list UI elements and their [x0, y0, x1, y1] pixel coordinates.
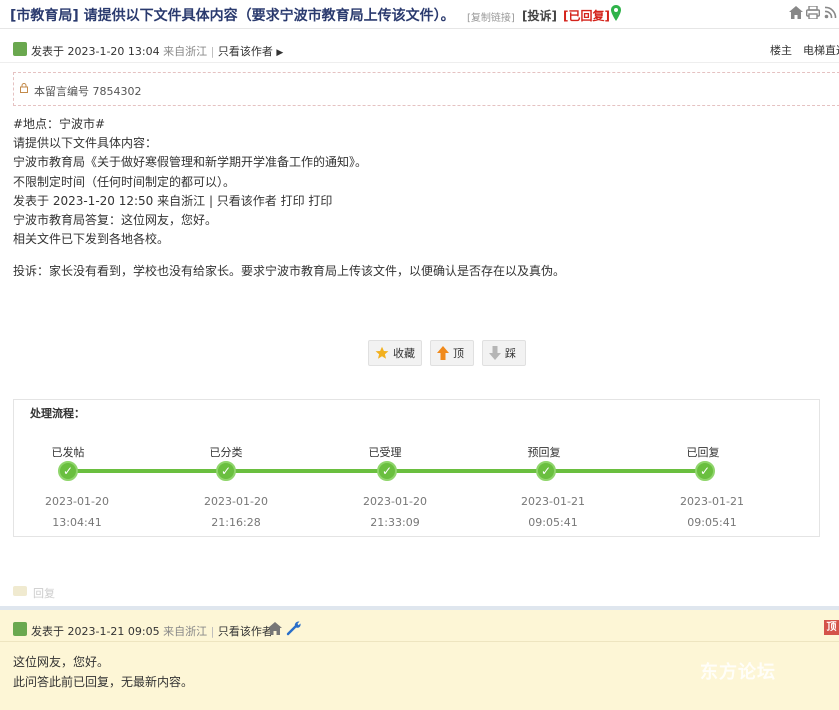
user-avatar-icon [13, 622, 27, 636]
complaint-tag[interactable]: [投诉] [522, 7, 557, 24]
thread-title: [市教育局] 请提供以下文件具体内容（要求宁波市教育局上传该文件）。 [10, 8, 455, 24]
check-icon: ✓ [536, 461, 556, 481]
step-time: 2023-01-20 21:33:09 [363, 495, 427, 529]
reply-line: 此问答此前已回复，无最新内容。 [13, 674, 194, 689]
complaint-text: 投诉：家长没有看到，学校也没有给家长。要求宁波市教育局上传该文件，以便确认是否存… [13, 264, 566, 278]
star-icon [375, 346, 389, 359]
triangle-right-icon: ▶ [276, 48, 284, 58]
post-location: 来自浙江 [163, 45, 208, 58]
favorite-button[interactable]: 收藏 [368, 340, 422, 366]
upvote-button[interactable]: 顶 [430, 340, 474, 366]
copy-link[interactable]: [复制链接] [467, 9, 515, 24]
reply-body: 这位网友，您好。 此问答此前已回复，无最新内容。 [13, 653, 193, 692]
message-id: 本留言编号 7854302 [34, 85, 142, 98]
post-date: 发表于 2023-1-20 13:04 [31, 45, 160, 58]
home-icon[interactable] [789, 6, 803, 19]
step-time: 2023-01-21 09:05:41 [680, 495, 744, 529]
post-date: 发表于 2023-1-21 09:05 [31, 625, 160, 638]
floor-label: 楼主 [770, 44, 792, 57]
reply-meta: 发表于 2023-1-21 09:05 来自浙江 | 只看该作者 [31, 623, 273, 639]
arrow-up-icon [437, 346, 449, 360]
reply-link[interactable]: 回复 [33, 585, 55, 601]
replied-tag[interactable]: [已回复] [563, 7, 610, 24]
step-time: 2023-01-20 21:16:28 [204, 495, 268, 529]
author-only-link[interactable]: 只看该作者 [218, 625, 273, 638]
top-badge: 顶 [824, 620, 839, 635]
location-pin-icon [611, 5, 621, 21]
upvote-label: 顶 [453, 347, 464, 360]
check-icon: ✓ [58, 461, 78, 481]
meta-separator: | [210, 625, 215, 638]
step-label: 已分类 [209, 446, 243, 459]
print-icon[interactable] [806, 6, 820, 19]
lock-icon [20, 83, 28, 93]
body-line: 请提供以下文件具体内容： [13, 136, 158, 151]
step-time: 2023-01-20 13:04:41 [45, 495, 109, 529]
reply-line: 这位网友，您好。 [13, 655, 110, 669]
downvote-label: 踩 [505, 347, 516, 360]
post-meta: 发表于 2023-1-20 13:04 来自浙江 | 只看该作者 ▶ [31, 43, 283, 59]
favorite-label: 收藏 [393, 347, 415, 360]
check-icon: ✓ [695, 461, 715, 481]
site-watermark: 东方论坛 [700, 662, 776, 683]
rss-icon[interactable] [824, 6, 838, 19]
reply-icon[interactable] [13, 586, 27, 596]
author-only-link[interactable]: 只看该作者 [218, 45, 273, 58]
step-label: 已受理 [368, 446, 402, 459]
step-label: 已发帖 [51, 446, 85, 459]
check-icon: ✓ [377, 461, 397, 481]
body-line: 不限制定时间（任何时间制定的都可以）。 [13, 174, 236, 189]
post-location: 来自浙江 [163, 625, 208, 638]
body-line: 发表于 2023-1-20 12:50 来自浙江 | 只看该作者 打印 打印 [13, 193, 333, 208]
body-line: 相关文件已下发到各地各校。 [13, 232, 170, 247]
meta-separator: | [210, 45, 215, 58]
process-title: 处理流程： [30, 407, 85, 420]
step-label: 已回复 [686, 446, 720, 459]
post-body: #地点：宁波市# 请提供以下文件具体内容： 宁波市教育局《关于做好寒假管理和新学… [13, 115, 833, 249]
body-line: 宁波市教育局答复：这位网友，您好。 [13, 213, 218, 228]
step-label: 预回复 [527, 446, 561, 459]
step-time: 2023-01-21 09:05:41 [521, 495, 585, 529]
arrow-down-icon [489, 346, 501, 360]
reply-header-divider [0, 641, 839, 642]
home-icon[interactable] [268, 622, 282, 635]
body-line: #地点：宁波市# [13, 117, 106, 131]
elevator-link[interactable]: 电梯直达 [803, 42, 839, 58]
user-avatar-icon [13, 42, 27, 56]
wrench-icon[interactable] [286, 620, 302, 636]
body-line: 宁波市教育局《关于做好寒假管理和新学期开学准备工作的通知》。 [13, 155, 368, 170]
check-icon: ✓ [216, 461, 236, 481]
downvote-button[interactable]: 踩 [482, 340, 526, 366]
